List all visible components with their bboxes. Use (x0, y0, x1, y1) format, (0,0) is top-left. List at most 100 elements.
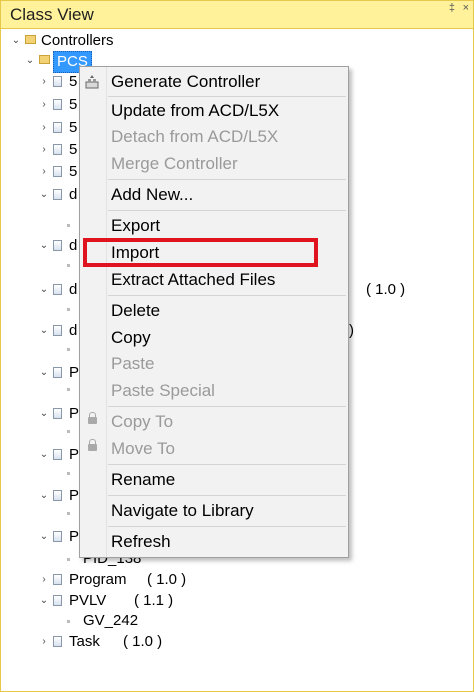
version-text: ( 1.1 ) (134, 592, 174, 609)
tree-label: P (69, 528, 80, 545)
version-text: ( 1.0 ) (123, 633, 163, 650)
chevron-down-icon[interactable]: ⌄ (39, 189, 49, 200)
menu-item-refresh[interactable]: Refresh (80, 529, 348, 555)
panel-title: Class View (10, 5, 94, 24)
tree-label: 5 (69, 119, 78, 136)
document-icon (53, 531, 62, 542)
document-icon (53, 367, 62, 378)
chevron-down-icon[interactable]: ⌄ (39, 595, 49, 606)
menu-item-navigate-to-library[interactable]: Navigate to Library (80, 498, 348, 524)
menu-separator (108, 210, 346, 211)
panel-title-bar: Class View ‡ × (1, 1, 473, 29)
chevron-right-icon[interactable]: › (39, 144, 49, 155)
tree-label: P (69, 446, 80, 463)
menu-item-copy[interactable]: Copy (80, 325, 348, 351)
chevron-down-icon[interactable]: ⌄ (39, 284, 49, 295)
tree-label: P (69, 364, 80, 381)
tree-label: d (69, 281, 78, 298)
menu-separator (108, 96, 346, 97)
chevron-down-icon[interactable]: ⌄ (39, 449, 49, 460)
document-icon (53, 99, 62, 110)
tree-label: 5 (69, 96, 78, 113)
tree-leaf-marker (67, 620, 70, 623)
tree-leaf-marker (67, 430, 70, 433)
menu-item-extract-attached-files[interactable]: Extract Attached Files (80, 267, 348, 293)
version-text: ( 1.0 ) (147, 571, 187, 588)
close-icon[interactable]: × (463, 2, 469, 14)
tree-leaf-marker (67, 348, 70, 351)
tree-label: d (69, 186, 78, 203)
document-icon (53, 574, 62, 585)
tree-label: 5 (69, 73, 78, 90)
menu-item-rename[interactable]: Rename (80, 467, 348, 493)
chevron-right-icon[interactable]: › (39, 636, 49, 647)
menu-item-detach-from-acd: Detach from ACD/L5X (111, 127, 279, 146)
menu-separator (108, 526, 346, 527)
menu-item-add-new[interactable]: Add New... (80, 182, 348, 208)
chevron-right-icon[interactable]: › (39, 99, 49, 110)
tree-label: Task (69, 633, 100, 650)
document-icon (53, 490, 62, 501)
menu-item-export[interactable]: Export (80, 213, 348, 239)
chevron-right-icon[interactable]: › (39, 122, 49, 133)
document-icon (53, 449, 62, 460)
menu-item-update-from-acd[interactable]: Update from ACD/L5X (80, 98, 348, 124)
chevron-right-icon[interactable]: › (39, 76, 49, 87)
menu-item-generate-controller[interactable]: Generate Controller (80, 69, 348, 95)
tree-leaf-marker (67, 558, 70, 561)
document-icon (53, 636, 62, 647)
menu-item-delete[interactable]: Delete (80, 298, 348, 324)
tree-leaf-marker (67, 308, 70, 311)
pin-icon[interactable]: ‡ (449, 2, 455, 14)
chevron-down-icon[interactable]: ⌄ (39, 240, 49, 251)
tree-leaf-marker (67, 264, 70, 267)
generate-icon (85, 75, 99, 89)
tree-label: P (69, 405, 80, 422)
chevron-down-icon[interactable]: ⌄ (25, 55, 35, 66)
tree-label: Program (69, 571, 127, 588)
document-icon (53, 284, 62, 295)
tree-leaf-marker (67, 512, 70, 515)
document-icon (53, 76, 62, 87)
menu-item-paste-special: Paste Special (111, 381, 215, 400)
lock-icon (88, 412, 97, 424)
menu-separator (108, 179, 346, 180)
menu-item-copy-to: Copy To (80, 409, 348, 435)
menu-separator (108, 464, 346, 465)
chevron-right-icon[interactable]: › (39, 166, 49, 177)
menu-item-merge-controller: Merge Controller (111, 154, 238, 173)
menu-separator (108, 495, 346, 496)
chevron-down-icon[interactable]: ⌄ (39, 531, 49, 542)
document-icon (53, 240, 62, 251)
version-text: ( 1.0 ) (366, 281, 406, 298)
import-highlight-box (83, 238, 318, 267)
menu-separator (108, 406, 346, 407)
chevron-down-icon[interactable]: ⌄ (39, 490, 49, 501)
tree-label: P (69, 487, 80, 504)
tree-leaf-marker (67, 388, 70, 391)
chevron-down-icon[interactable]: ⌄ (11, 35, 21, 46)
tree-label: GV_242 (83, 612, 139, 629)
chevron-down-icon[interactable]: ⌄ (39, 325, 49, 336)
tree-label: PVLV (69, 592, 107, 609)
folder-icon (25, 35, 36, 44)
tree-label: 5 (69, 141, 78, 158)
chevron-right-icon[interactable]: › (39, 574, 49, 585)
tree-label: 5 (69, 163, 78, 180)
chevron-down-icon[interactable]: ⌄ (39, 408, 49, 419)
context-menu: Generate Controller Update from ACD/L5X … (79, 66, 349, 558)
tree-leaf-marker (67, 224, 70, 227)
tree-leaf-marker (67, 472, 70, 475)
document-icon (53, 122, 62, 133)
controller-icon (39, 55, 50, 64)
menu-separator (108, 295, 346, 296)
document-icon (53, 408, 62, 419)
document-icon (53, 144, 62, 155)
document-icon (53, 189, 62, 200)
tree-label: Controllers (41, 32, 114, 49)
document-icon (53, 595, 62, 606)
chevron-down-icon[interactable]: ⌄ (39, 367, 49, 378)
tree-label: d (69, 322, 78, 339)
menu-item-move-to: Move To (80, 436, 348, 462)
lock-icon (88, 439, 97, 451)
